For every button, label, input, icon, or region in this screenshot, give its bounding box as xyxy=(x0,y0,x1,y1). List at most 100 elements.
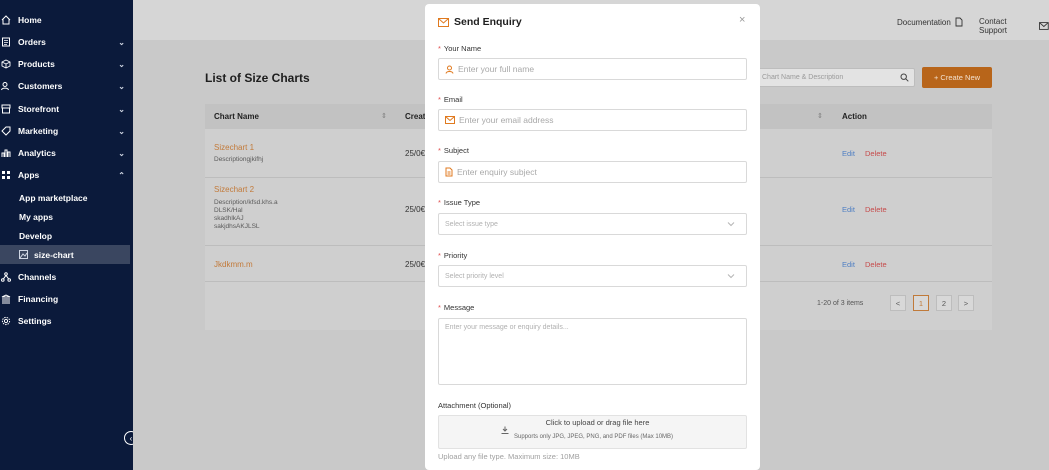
email-placeholder: Enter your email address xyxy=(459,115,554,125)
sidebar: Home Orders ⌄ Products ⌄ Customers ⌄ Sto… xyxy=(0,0,138,470)
chevron-down-icon: ⌄ xyxy=(118,59,125,69)
message-textarea[interactable]: Enter your message or enquiry details... xyxy=(438,318,747,385)
edit-link[interactable]: Edit xyxy=(842,260,855,269)
sidebar-item-label: Storefront xyxy=(18,104,60,114)
chevron-down-icon: ⌄ xyxy=(118,104,125,114)
document-icon xyxy=(955,17,963,27)
sidebar-item-label: Home xyxy=(18,15,42,25)
sidebar-item-customers[interactable]: Customers ⌄ xyxy=(0,76,133,96)
delete-link[interactable]: Delete xyxy=(865,205,887,214)
image-icon xyxy=(19,250,28,259)
issue-type-placeholder: Select issue type xyxy=(445,220,498,228)
file-upload-dropzone[interactable]: Click to upload or drag file here Suppor… xyxy=(438,415,747,449)
email-label-text: Email xyxy=(443,95,463,104)
chart-date: 25/0€ xyxy=(405,260,426,269)
sidebar-item-orders[interactable]: Orders ⌄ xyxy=(0,32,133,52)
sidebar-item-marketing[interactable]: Marketing ⌄ xyxy=(0,121,133,141)
chevron-down-icon: ⌄ xyxy=(118,126,125,136)
sidebar-item-analytics[interactable]: Analytics ⌄ xyxy=(0,143,133,163)
issue-type-label: * Issue Type xyxy=(438,198,480,207)
name-input[interactable]: Enter your full name xyxy=(438,58,747,80)
required-mark: * xyxy=(438,146,441,155)
chevron-left-icon: ‹ xyxy=(129,433,133,443)
create-new-label: + Create New xyxy=(933,73,981,82)
required-mark: * xyxy=(438,198,441,207)
message-label-text: Message xyxy=(443,303,475,312)
modal-title: Send Enquiry xyxy=(438,16,522,28)
edit-link[interactable]: Edit xyxy=(842,205,855,214)
chart-description: Descriptiongjkifhj xyxy=(214,156,264,163)
create-new-button[interactable]: + Create New xyxy=(922,67,992,88)
issue-type-select[interactable]: Select issue type xyxy=(438,213,747,235)
sidebar-item-label: Analytics xyxy=(18,148,56,158)
orders-icon xyxy=(0,36,12,48)
required-mark: * xyxy=(438,303,441,312)
sidebar-item-label: Settings xyxy=(18,316,52,326)
subject-input[interactable]: Enter enquiry subject xyxy=(438,161,747,183)
sidebar-subitem-label: App marketplace xyxy=(19,192,88,203)
sort-icon[interactable]: ⇕ xyxy=(817,112,823,120)
pagination-next-button[interactable]: > xyxy=(958,295,974,311)
name-label-text: Your Name xyxy=(443,44,482,53)
sidebar-item-label: Financing xyxy=(18,294,59,304)
priority-placeholder: Select priority level xyxy=(445,272,504,280)
priority-select[interactable]: Select priority level xyxy=(438,265,747,287)
required-mark: * xyxy=(438,251,441,260)
sidebar-item-label: Orders xyxy=(18,37,46,47)
document-icon xyxy=(445,167,453,177)
email-label: * Email xyxy=(438,95,463,104)
issue-type-label-text: Issue Type xyxy=(443,198,481,207)
sidebar-item-financing[interactable]: Financing xyxy=(0,289,133,309)
sidebar-item-channels[interactable]: Channels xyxy=(0,267,133,287)
documentation-label: Documentation xyxy=(897,17,951,27)
delete-link[interactable]: Delete xyxy=(865,260,887,269)
analytics-icon xyxy=(0,147,12,159)
pagination-page-2[interactable]: 2 xyxy=(936,295,952,311)
edit-link[interactable]: Edit xyxy=(842,149,855,158)
user-icon xyxy=(445,65,454,74)
sidebar-item-apps[interactable]: Apps ⌃ xyxy=(0,165,133,185)
sidebar-item-home[interactable]: Home xyxy=(0,10,133,30)
upload-support-text: Supports only JPG, JPEG, PNG, and PDF fi… xyxy=(514,434,674,440)
sidebar-subitem-my-apps[interactable]: My apps xyxy=(0,207,130,226)
column-action: Action xyxy=(842,112,867,121)
documentation-link[interactable]: Documentation xyxy=(897,17,963,27)
search-placeholder: Chart Name & Description xyxy=(762,74,844,81)
email-field[interactable]: Enter your email address xyxy=(438,109,747,131)
sidebar-item-storefront[interactable]: Storefront ⌄ xyxy=(0,99,133,119)
financing-icon xyxy=(0,293,12,305)
attachment-label: Attachment (Optional) xyxy=(438,401,511,410)
subject-placeholder: Enter enquiry subject xyxy=(457,167,537,177)
search-input[interactable]: Chart Name & Description xyxy=(757,68,915,87)
delete-link[interactable]: Delete xyxy=(865,149,887,158)
marketing-icon xyxy=(0,125,12,137)
column-chart-name: Chart Name xyxy=(214,112,259,121)
settings-icon xyxy=(0,315,12,327)
search-icon xyxy=(900,73,909,82)
upload-hint: Upload any file type. Maximum size: 10MB xyxy=(438,452,580,461)
sidebar-item-settings[interactable]: Settings xyxy=(0,311,133,331)
mail-icon xyxy=(1039,22,1049,30)
chart-description-line: sakjdhsAKJLSL xyxy=(214,223,260,230)
contact-support-link[interactable]: Contact Support xyxy=(979,17,1049,35)
page-title: List of Size Charts xyxy=(205,71,310,85)
sidebar-subitem-app-marketplace[interactable]: App marketplace xyxy=(0,188,130,207)
chart-name-link[interactable]: Sizechart 1 xyxy=(214,143,254,152)
required-mark: * xyxy=(438,95,441,104)
sort-icon[interactable]: ⇕ xyxy=(381,112,387,120)
sidebar-item-label: Apps xyxy=(18,170,40,180)
pagination-summary: 1-20 of 3 items xyxy=(817,300,864,307)
chart-description-line: Description/kfsd.khs.a xyxy=(214,199,278,206)
chart-name-link[interactable]: Sizechart 2 xyxy=(214,185,254,194)
sidebar-subitem-size-chart[interactable]: size-chart xyxy=(0,245,130,264)
close-button[interactable]: × xyxy=(739,14,745,26)
subject-label-text: Subject xyxy=(443,146,469,155)
chart-date: 25/0€ xyxy=(405,149,426,158)
pagination-prev-button[interactable]: < xyxy=(890,295,906,311)
sidebar-item-products[interactable]: Products ⌄ xyxy=(0,54,133,74)
chart-name-link[interactable]: Jkdkmm.m xyxy=(214,260,253,269)
required-mark: * xyxy=(438,44,441,53)
chevron-down-icon: ⌄ xyxy=(118,81,125,91)
pagination-page-1[interactable]: 1 xyxy=(913,295,929,311)
sidebar-subitem-develop[interactable]: Develop xyxy=(0,226,130,245)
